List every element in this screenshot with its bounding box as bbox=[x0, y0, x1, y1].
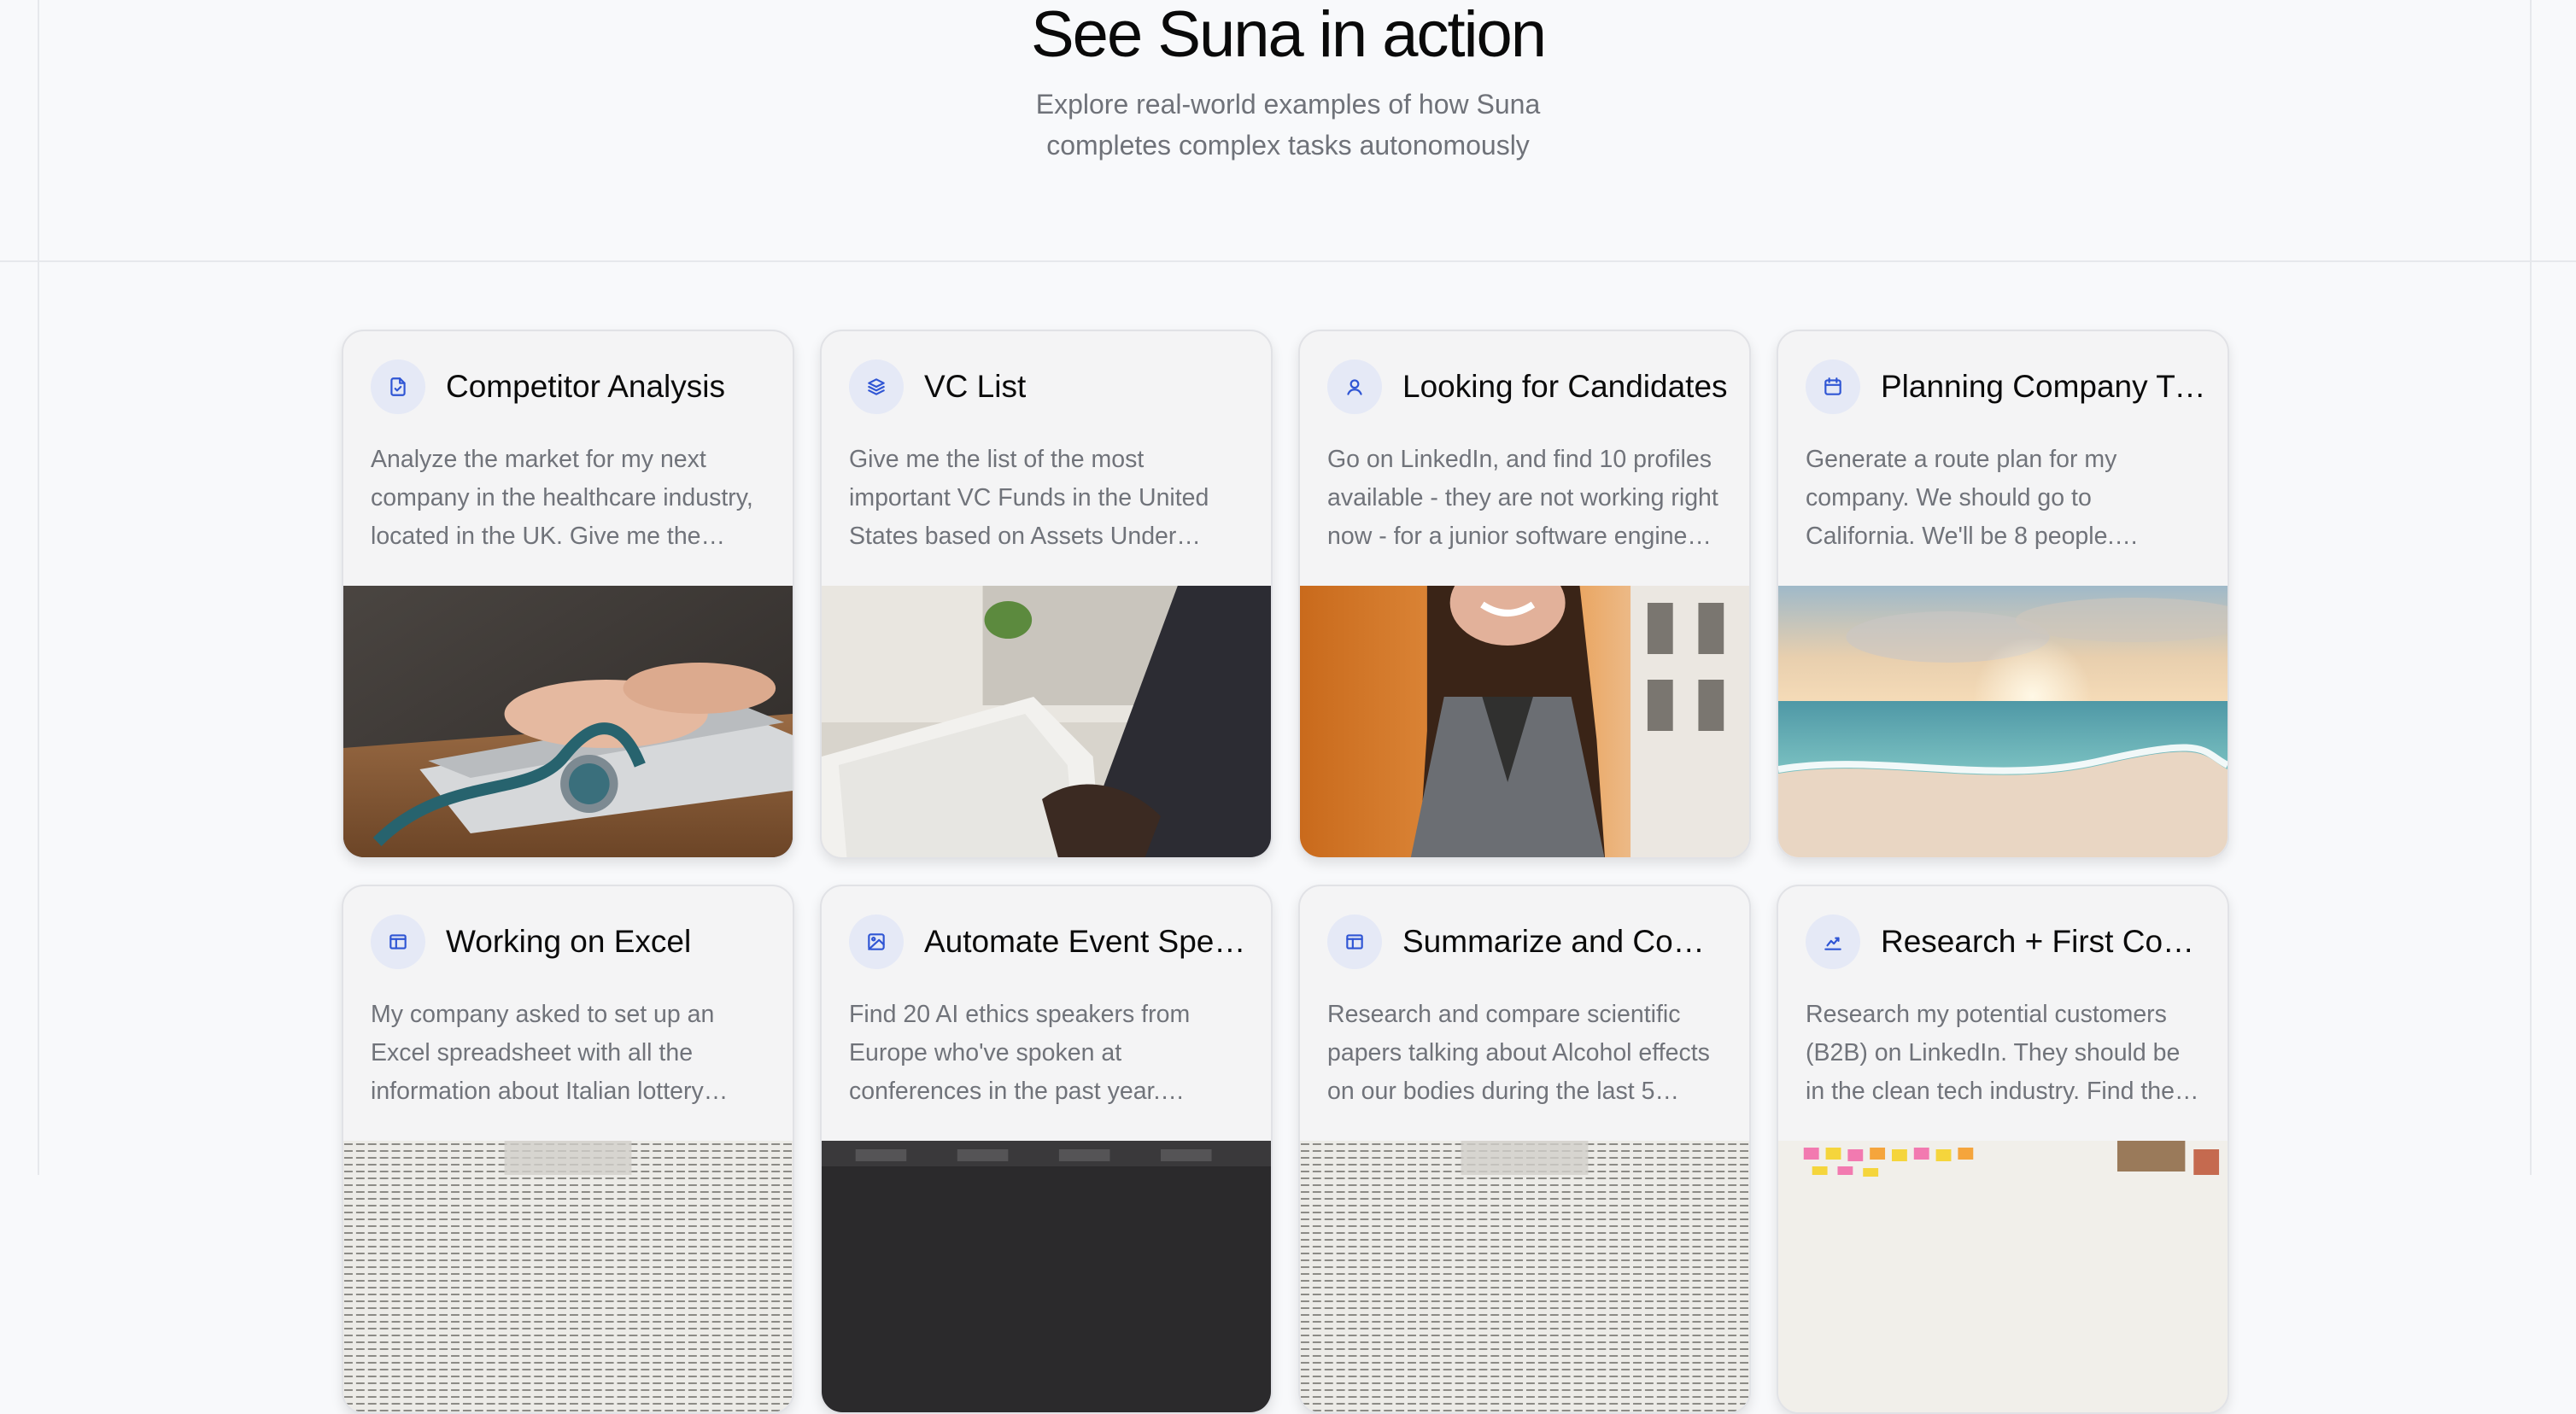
card-description: Research my potential customers (B2B) on… bbox=[1806, 1001, 2188, 1105]
sticky-notes-photo bbox=[1778, 1141, 2228, 1412]
card-description: Go on LinkedIn, and find 10 profiles ava… bbox=[1327, 446, 1718, 550]
card-header: Research + First Contact bbox=[1806, 914, 2207, 970]
example-card-automate-event-speakers[interactable]: Automate Event Speakers Find 20 AI ethic… bbox=[820, 885, 1273, 1414]
example-card-research-first-contact[interactable]: Research + First Contact Research my pot… bbox=[1777, 885, 2229, 1414]
card-description: Give me the list of the most important V… bbox=[849, 446, 1209, 550]
dark-conference-photo bbox=[822, 1141, 1271, 1412]
calendar-icon bbox=[1806, 359, 1860, 414]
card-title: Automate Event Speakers bbox=[924, 924, 1250, 959]
open-book-photo bbox=[343, 1141, 793, 1412]
card-title: Working on Excel bbox=[446, 924, 692, 959]
examples-grid: Competitor Analysis Analyze the market f… bbox=[342, 330, 2229, 1414]
frame-line-right bbox=[2530, 0, 2532, 1175]
document-icon bbox=[371, 359, 425, 414]
hero-title: See Suna in action bbox=[1030, 0, 1547, 71]
card-header: Competitor Analysis bbox=[371, 359, 772, 415]
beach-sunset-photo bbox=[1778, 586, 2228, 857]
table-icon bbox=[1327, 914, 1382, 969]
example-card-planning-company-trip[interactable]: Planning Company Trip Generate a route p… bbox=[1777, 330, 2229, 859]
table-icon bbox=[371, 914, 425, 969]
card-header: VC List bbox=[849, 359, 1250, 415]
user-icon bbox=[1327, 359, 1382, 414]
card-description: Analyze the market for my next company i… bbox=[371, 446, 753, 550]
image-icon bbox=[849, 914, 904, 969]
section-divider bbox=[0, 260, 2576, 262]
example-card-working-on-excel[interactable]: Working on Excel My company asked to set… bbox=[342, 885, 794, 1414]
card-description: Research and compare scientific papers t… bbox=[1327, 1001, 1710, 1105]
card-header: Looking for Candidates bbox=[1327, 359, 1729, 415]
example-card-competitor-analysis[interactable]: Competitor Analysis Analyze the market f… bbox=[342, 330, 794, 859]
page: See Suna in action Explore real-world ex… bbox=[0, 0, 2576, 1414]
card-header: Automate Event Speakers bbox=[849, 914, 1250, 970]
layers-icon bbox=[849, 359, 904, 414]
card-title: Research + First Contact bbox=[1881, 924, 2207, 959]
chart-icon bbox=[1806, 914, 1860, 969]
laptop-stethoscope-photo bbox=[343, 586, 793, 857]
smiling-woman-photo bbox=[1300, 586, 1749, 857]
frame-line-left bbox=[38, 0, 39, 1175]
card-header: Planning Company Trip bbox=[1806, 359, 2207, 415]
open-book-photo bbox=[1300, 1141, 1749, 1412]
card-description: My company asked to set up an Excel spre… bbox=[371, 1001, 715, 1105]
card-header: Working on Excel bbox=[371, 914, 772, 970]
card-description: Find 20 AI ethics speakers from Europe w… bbox=[849, 1001, 1191, 1105]
card-title: Looking for Candidates bbox=[1402, 369, 1728, 404]
card-title: VC List bbox=[924, 369, 1027, 404]
example-card-vc-list[interactable]: VC List Give me the list of the most imp… bbox=[820, 330, 1273, 859]
example-card-looking-for-candidates[interactable]: Looking for Candidates Go on LinkedIn, a… bbox=[1298, 330, 1751, 859]
card-title: Competitor Analysis bbox=[446, 369, 725, 404]
hero-subtitle: Explore real-world examples of how Suna … bbox=[1035, 89, 1541, 161]
business-newspaper-photo bbox=[822, 586, 1271, 857]
card-title: Summarize and Compare Papers bbox=[1402, 924, 1729, 959]
card-header: Summarize and Compare Papers bbox=[1327, 914, 1729, 970]
card-description: Generate a route plan for my company. We… bbox=[1806, 446, 2117, 550]
card-title: Planning Company Trip bbox=[1881, 369, 2207, 404]
example-card-summarize-and-compare[interactable]: Summarize and Compare Papers Research an… bbox=[1298, 885, 1751, 1414]
